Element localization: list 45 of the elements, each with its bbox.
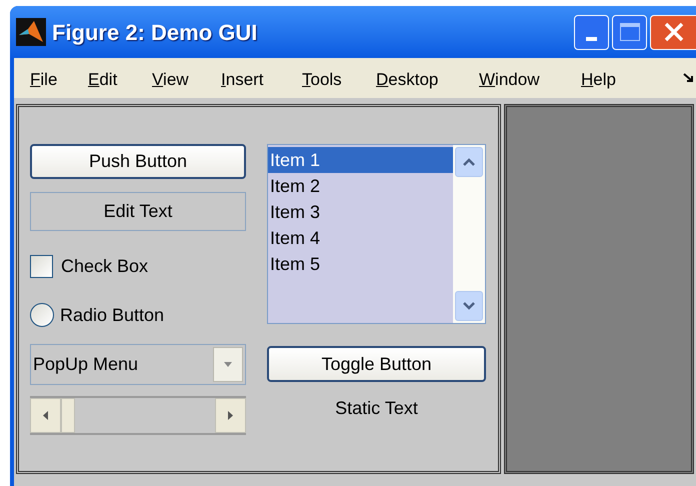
menu-item[interactable]: Insert <box>221 67 264 92</box>
dock-arrow-icon <box>683 73 695 83</box>
radio-button[interactable] <box>30 303 54 327</box>
close-icon <box>663 21 685 43</box>
radio-button-label: Radio Button <box>60 304 164 326</box>
edit-text-field[interactable]: Edit Text <box>30 192 246 231</box>
left-arrow-icon <box>43 411 48 420</box>
menu-item[interactable]: Window <box>479 67 540 92</box>
popup-menu-value: PopUp Menu <box>33 353 140 376</box>
scroll-right-button[interactable] <box>215 398 246 433</box>
slider-thumb[interactable] <box>61 398 75 433</box>
slider-track[interactable] <box>30 396 246 435</box>
list-box[interactable]: Item 1 Item 2 Item 3 Item 4 Item 5 <box>267 144 486 324</box>
list-scrollbar[interactable] <box>453 145 485 323</box>
app-logo-icon <box>16 18 46 46</box>
close-button[interactable] <box>650 14 696 50</box>
minimize-button[interactable] <box>574 14 609 50</box>
maximize-button[interactable] <box>612 14 647 50</box>
menu-item[interactable]: File <box>30 67 58 92</box>
chevron-down-icon <box>463 302 475 310</box>
list-item[interactable]: Item 2 <box>268 173 453 199</box>
caret-down-icon <box>224 362 232 367</box>
list-item[interactable]: Item 1 <box>268 147 453 173</box>
static-text: Static Text <box>334 397 419 420</box>
checkbox-label: Check Box <box>61 254 148 278</box>
menu-item[interactable]: View <box>152 67 189 92</box>
list-item[interactable]: Item 4 <box>268 225 453 251</box>
checkbox[interactable] <box>30 254 53 278</box>
maximize-icon <box>620 23 640 41</box>
scroll-left-button[interactable] <box>30 398 61 433</box>
scroll-down-button[interactable] <box>455 291 483 321</box>
menu-item[interactable]: Help <box>581 67 616 92</box>
menu-item[interactable]: Edit <box>88 67 118 92</box>
popup-menu[interactable]: PopUp Menu <box>30 344 246 385</box>
menu-item[interactable]: Tools <box>302 67 342 92</box>
scroll-up-button[interactable] <box>455 147 483 177</box>
chevron-up-icon <box>463 158 475 166</box>
right-arrow-icon <box>228 411 233 420</box>
list-item[interactable]: Item 5 <box>268 251 453 277</box>
list-item[interactable]: Item 3 <box>268 199 453 225</box>
menu-item[interactable]: Desktop <box>376 67 438 92</box>
push-button[interactable]: Push Button <box>30 144 246 179</box>
minimize-icon <box>586 36 597 40</box>
window-title: Figure 2: Demo GUI <box>52 18 258 47</box>
toggle-button[interactable]: Toggle Button <box>267 346 486 382</box>
